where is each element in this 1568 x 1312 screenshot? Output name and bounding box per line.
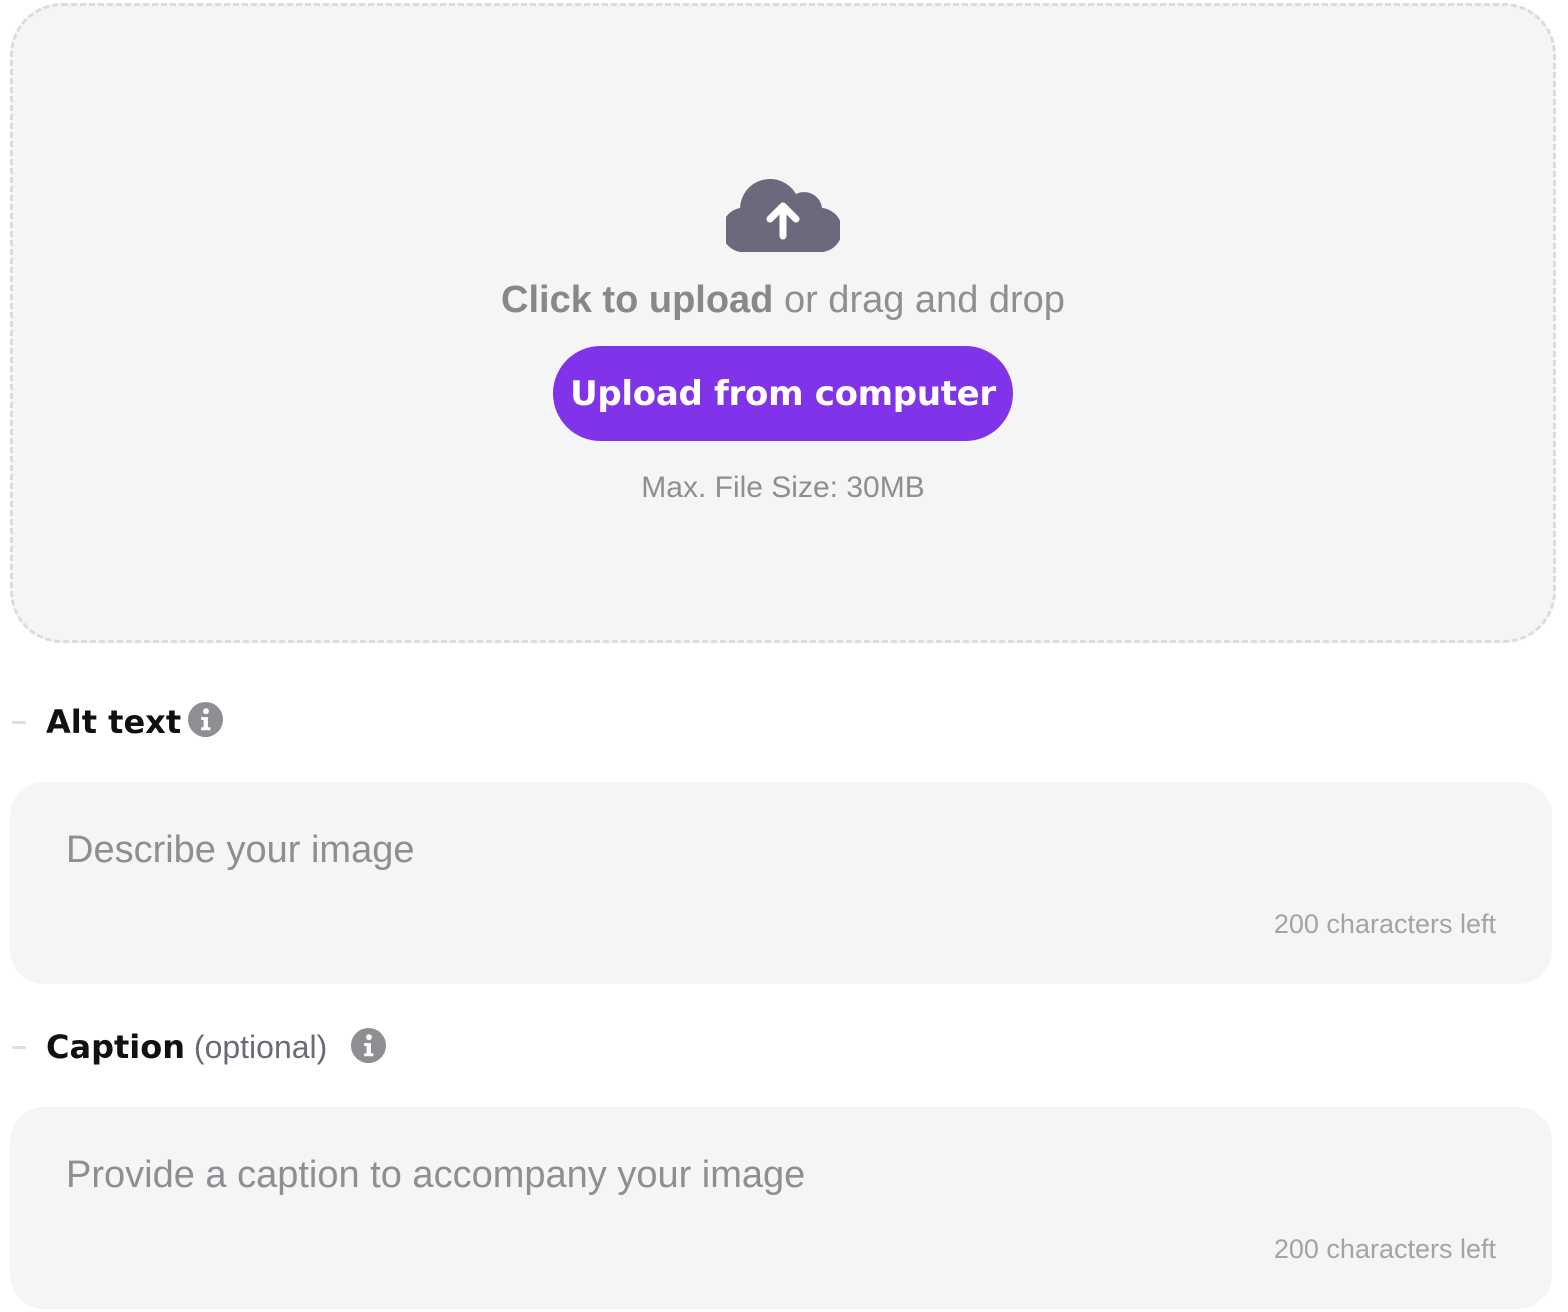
alt-text-field[interactable]: 200 characters left <box>10 782 1552 984</box>
collapse-dash-icon <box>12 1045 26 1049</box>
caption-label-text: Caption <box>46 1028 186 1066</box>
caption-label: Caption (optional) <box>46 1028 327 1066</box>
info-icon[interactable] <box>350 1027 387 1064</box>
alt-text-char-counter: 200 characters left <box>1273 909 1496 939</box>
drag-drop-text: or drag and drop <box>773 279 1065 321</box>
caption-optional-text: (optional) <box>185 1029 328 1065</box>
dropzone-content: Click to upload or drag and drop Upload … <box>13 172 1553 505</box>
click-to-upload-link[interactable]: Click to upload <box>501 279 773 321</box>
dropzone-prompt: Click to upload or drag and drop <box>501 276 1065 324</box>
info-icon[interactable] <box>187 701 224 738</box>
caption-input[interactable] <box>10 1107 1552 1309</box>
caption-label-row: Caption (optional) <box>0 1022 420 1072</box>
collapse-dash-icon <box>12 720 26 724</box>
upload-from-computer-button[interactable]: Upload from computer <box>553 346 1013 441</box>
caption-char-counter: 200 characters left <box>1273 1234 1496 1264</box>
alt-text-label: Alt text <box>46 703 182 741</box>
max-file-size-text: Max. File Size: 30MB <box>641 471 925 504</box>
upload-dropzone[interactable]: Click to upload or drag and drop Upload … <box>10 3 1556 643</box>
caption-field[interactable]: 200 characters left <box>10 1107 1552 1309</box>
cloud-upload-icon <box>726 178 840 252</box>
alt-text-label-row: Alt text <box>0 697 300 747</box>
alt-text-input[interactable] <box>10 782 1552 984</box>
